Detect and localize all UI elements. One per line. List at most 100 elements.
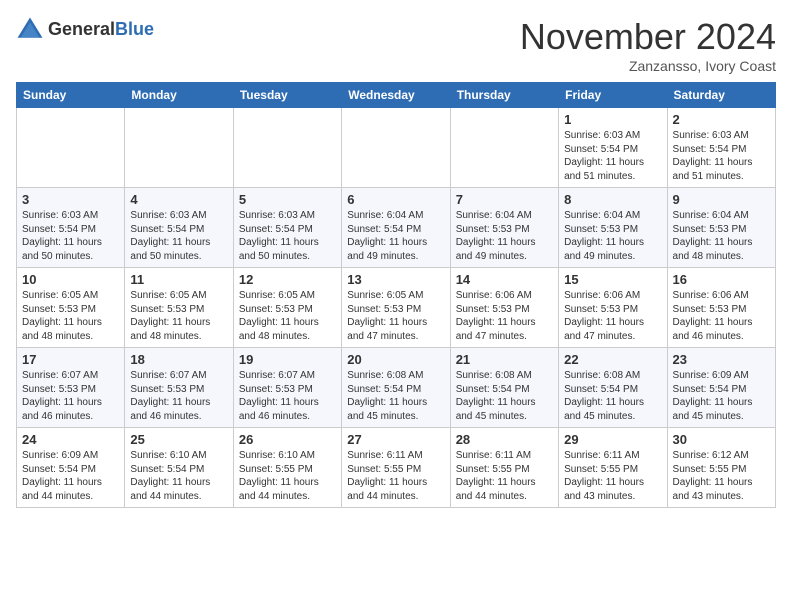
day-info: Sunrise: 6:05 AM Sunset: 5:53 PM Dayligh…: [130, 289, 227, 343]
calendar-cell: 12Sunrise: 6:05 AM Sunset: 5:53 PM Dayli…: [233, 268, 341, 348]
day-info: Sunrise: 6:07 AM Sunset: 5:53 PM Dayligh…: [239, 369, 336, 423]
day-info: Sunrise: 6:04 AM Sunset: 5:53 PM Dayligh…: [564, 209, 661, 263]
day-number: 25: [130, 432, 227, 447]
day-info: Sunrise: 6:03 AM Sunset: 5:54 PM Dayligh…: [673, 129, 770, 183]
day-number: 20: [347, 352, 444, 367]
day-info: Sunrise: 6:09 AM Sunset: 5:54 PM Dayligh…: [22, 449, 119, 503]
calendar-cell: 16 Sunrise: 6:06 AM Sunset: 5:53 PM Dayli…: [667, 268, 775, 348]
day-info: Sunrise: 6:09 AM Sunset: 5:54 PM Dayligh…: [673, 369, 770, 423]
day-info: Sunrise: 6:06 AM Sunset: 5:53 PM Dayligh…: [673, 289, 770, 343]
day-info: Sunrise: 6:04 AM Sunset: 5:54 PM Dayligh…: [347, 209, 444, 263]
calendar-week-row: 17 Sunrise: 6:07 AM Sunset: 5:53 PM Dayli…: [17, 348, 776, 428]
calendar-cell: [17, 108, 125, 188]
calendar-cell: 4 Sunrise: 6:03 AM Sunset: 5:54 PM Daylig…: [125, 188, 233, 268]
day-number: 6: [347, 192, 444, 207]
day-number: 2: [673, 112, 770, 127]
day-info: Sunrise: 6:07 AM Sunset: 5:53 PM Dayligh…: [22, 369, 119, 423]
calendar-cell: 25 Sunrise: 6:10 AM Sunset: 5:54 PM Dayli…: [125, 428, 233, 508]
day-info: Sunrise: 6:05 AM Sunset: 5:53 PM Dayligh…: [22, 289, 119, 343]
day-number: 14: [456, 272, 553, 287]
calendar-cell: 19Sunrise: 6:07 AM Sunset: 5:53 PM Dayli…: [233, 348, 341, 428]
calendar-cell: 10 Sunrise: 6:05 AM Sunset: 5:53 PM Dayli…: [17, 268, 125, 348]
day-number: 28: [456, 432, 553, 447]
day-info: Sunrise: 6:04 AM Sunset: 5:53 PM Dayligh…: [456, 209, 553, 263]
calendar-cell: 9Sunrise: 6:04 AM Sunset: 5:53 PM Daylig…: [667, 188, 775, 268]
calendar-cell: [233, 108, 341, 188]
month-title: November 2024: [520, 16, 776, 58]
calendar-cell: 27Sunrise: 6:11 AM Sunset: 5:55 PM Dayli…: [342, 428, 450, 508]
day-number: 16: [673, 272, 770, 287]
logo: GeneralBlue: [16, 16, 154, 44]
weekday-header-monday: Monday: [125, 83, 233, 108]
logo-general: General: [48, 19, 115, 39]
day-info: Sunrise: 6:06 AM Sunset: 5:53 PM Dayligh…: [564, 289, 661, 343]
calendar-cell: 3Sunrise: 6:03 AM Sunset: 5:54 PM Daylig…: [17, 188, 125, 268]
calendar-cell: 26Sunrise: 6:10 AM Sunset: 5:55 PM Dayli…: [233, 428, 341, 508]
calendar-cell: 29 Sunrise: 6:11 AM Sunset: 5:55 PM Dayli…: [559, 428, 667, 508]
day-number: 17: [22, 352, 119, 367]
calendar-cell: 14 Sunrise: 6:06 AM Sunset: 5:53 PM Dayli…: [450, 268, 558, 348]
calendar-week-row: 1 Sunrise: 6:03 AM Sunset: 5:54 PM Daylig…: [17, 108, 776, 188]
calendar-cell: 20 Sunrise: 6:08 AM Sunset: 5:54 PM Dayli…: [342, 348, 450, 428]
day-info: Sunrise: 6:03 AM Sunset: 5:54 PM Dayligh…: [564, 129, 661, 183]
calendar-cell: [342, 108, 450, 188]
calendar-cell: 15Sunrise: 6:06 AM Sunset: 5:53 PM Dayli…: [559, 268, 667, 348]
calendar-cell: 30Sunrise: 6:12 AM Sunset: 5:55 PM Dayli…: [667, 428, 775, 508]
calendar-cell: 2 Sunrise: 6:03 AM Sunset: 5:54 PM Daylig…: [667, 108, 775, 188]
calendar-cell: 17 Sunrise: 6:07 AM Sunset: 5:53 PM Dayli…: [17, 348, 125, 428]
calendar-table: SundayMondayTuesdayWednesdayThursdayFrid…: [16, 82, 776, 508]
day-info: Sunrise: 6:05 AM Sunset: 5:53 PM Dayligh…: [239, 289, 336, 343]
day-number: 22: [564, 352, 661, 367]
calendar-cell: 5Sunrise: 6:03 AM Sunset: 5:54 PM Daylig…: [233, 188, 341, 268]
calendar-cell: 24 Sunrise: 6:09 AM Sunset: 5:54 PM Dayli…: [17, 428, 125, 508]
day-number: 7: [456, 192, 553, 207]
calendar-cell: 8 Sunrise: 6:04 AM Sunset: 5:53 PM Daylig…: [559, 188, 667, 268]
day-number: 23: [673, 352, 770, 367]
day-info: Sunrise: 6:04 AM Sunset: 5:53 PM Dayligh…: [673, 209, 770, 263]
logo-text: GeneralBlue: [48, 20, 154, 40]
calendar-cell: 6 Sunrise: 6:04 AM Sunset: 5:54 PM Daylig…: [342, 188, 450, 268]
calendar-week-row: 3 Sunrise: 6:03 AM Sunset: 5:54 PM Daylig…: [17, 188, 776, 268]
day-number: 29: [564, 432, 661, 447]
day-info: Sunrise: 6:11 AM Sunset: 5:55 PM Dayligh…: [456, 449, 553, 503]
day-info: Sunrise: 6:08 AM Sunset: 5:54 PM Dayligh…: [347, 369, 444, 423]
day-info: Sunrise: 6:08 AM Sunset: 5:54 PM Dayligh…: [456, 369, 553, 423]
day-number: 24: [22, 432, 119, 447]
day-info: Sunrise: 6:03 AM Sunset: 5:54 PM Dayligh…: [130, 209, 227, 263]
day-number: 1: [564, 112, 661, 127]
calendar-cell: 21 Sunrise: 6:08 AM Sunset: 5:54 PM Dayli…: [450, 348, 558, 428]
day-number: 10: [22, 272, 119, 287]
day-number: 18: [130, 352, 227, 367]
day-number: 21: [456, 352, 553, 367]
calendar-cell: 18 Sunrise: 6:07 AM Sunset: 5:53 PM Dayli…: [125, 348, 233, 428]
day-info: Sunrise: 6:05 AM Sunset: 5:53 PM Dayligh…: [347, 289, 444, 343]
weekday-header-friday: Friday: [559, 83, 667, 108]
weekday-header-tuesday: Tuesday: [233, 83, 341, 108]
day-number: 4: [130, 192, 227, 207]
calendar-cell: [125, 108, 233, 188]
day-number: 3: [22, 192, 119, 207]
day-number: 11: [130, 272, 227, 287]
day-info: Sunrise: 6:07 AM Sunset: 5:53 PM Dayligh…: [130, 369, 227, 423]
calendar-cell: 22 Sunrise: 6:08 AM Sunset: 5:54 PM Dayli…: [559, 348, 667, 428]
day-info: Sunrise: 6:06 AM Sunset: 5:53 PM Dayligh…: [456, 289, 553, 343]
calendar-cell: 1 Sunrise: 6:03 AM Sunset: 5:54 PM Daylig…: [559, 108, 667, 188]
day-info: Sunrise: 6:10 AM Sunset: 5:54 PM Dayligh…: [130, 449, 227, 503]
location: Zanzansso, Ivory Coast: [520, 58, 776, 74]
calendar-cell: 11 Sunrise: 6:05 AM Sunset: 5:53 PM Dayli…: [125, 268, 233, 348]
calendar-cell: 28 Sunrise: 6:11 AM Sunset: 5:55 PM Dayli…: [450, 428, 558, 508]
day-number: 26: [239, 432, 336, 447]
page-header: GeneralBlue November 2024 Zanzansso, Ivo…: [16, 16, 776, 74]
weekday-header-wednesday: Wednesday: [342, 83, 450, 108]
calendar-week-row: 10 Sunrise: 6:05 AM Sunset: 5:53 PM Dayli…: [17, 268, 776, 348]
day-info: Sunrise: 6:11 AM Sunset: 5:55 PM Dayligh…: [564, 449, 661, 503]
calendar-week-row: 24 Sunrise: 6:09 AM Sunset: 5:54 PM Dayli…: [17, 428, 776, 508]
calendar-cell: 23 Sunrise: 6:09 AM Sunset: 5:54 PM Dayli…: [667, 348, 775, 428]
weekday-header-thursday: Thursday: [450, 83, 558, 108]
day-number: 8: [564, 192, 661, 207]
calendar-cell: [450, 108, 558, 188]
calendar-cell: 7 Sunrise: 6:04 AM Sunset: 5:53 PM Daylig…: [450, 188, 558, 268]
day-info: Sunrise: 6:08 AM Sunset: 5:54 PM Dayligh…: [564, 369, 661, 423]
day-info: Sunrise: 6:11 AM Sunset: 5:55 PM Dayligh…: [347, 449, 444, 503]
day-number: 5: [239, 192, 336, 207]
